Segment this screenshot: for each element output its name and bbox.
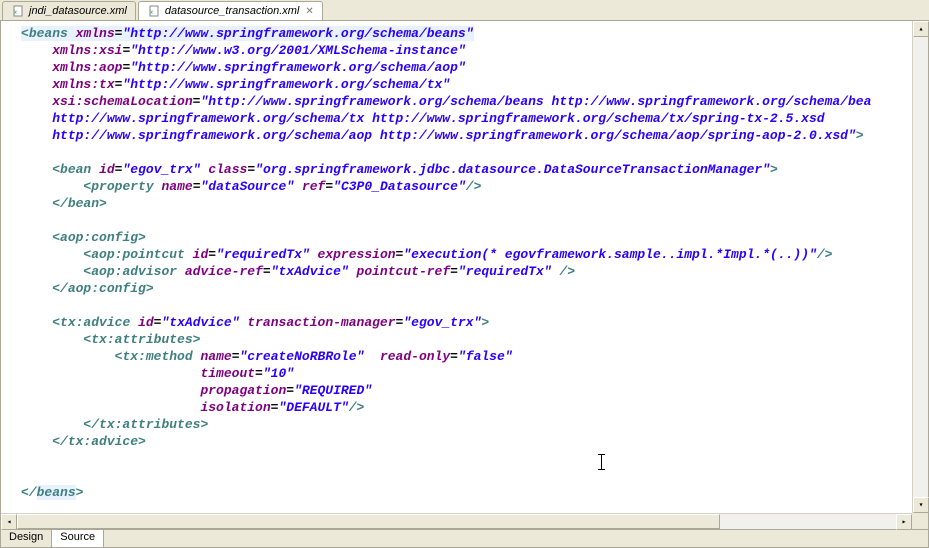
editor-container: <beans xmlns="http://www.springframework… [0,20,929,530]
scroll-thumb-horizontal[interactable] [17,514,720,529]
scroll-corner [912,513,928,529]
scroll-left-button[interactable]: ◂ [1,514,17,530]
bottom-view-tabs: Design Source [0,530,929,548]
tab-inactive[interactable]: x jndi_datasource.xml [2,1,136,20]
scroll-down-button[interactable]: ▾ [913,497,929,513]
tab-label: jndi_datasource.xml [29,5,127,17]
tab-active[interactable]: x datasource_transaction.xml ✕ [138,1,323,20]
xml-file-icon: x [147,4,161,18]
scroll-up-button[interactable]: ▴ [913,21,929,37]
scroll-track-horizontal[interactable] [17,514,896,529]
editor-tabs: x jndi_datasource.xml x datasource_trans… [0,0,929,20]
vertical-scrollbar[interactable]: ▴ ▾ [912,21,928,513]
close-icon[interactable]: ✕ [305,6,313,17]
text-cursor [601,454,602,470]
tab-design[interactable]: Design [1,530,52,547]
scroll-track-vertical[interactable] [913,37,928,497]
tab-source[interactable]: Source [52,530,104,547]
scroll-right-button[interactable]: ▸ [896,514,912,530]
horizontal-scrollbar[interactable]: ◂ ▸ [1,513,912,529]
tab-label: datasource_transaction.xml [165,5,300,17]
code-editor[interactable]: <beans xmlns="http://www.springframework… [1,21,928,529]
xml-file-icon: x [11,4,25,18]
